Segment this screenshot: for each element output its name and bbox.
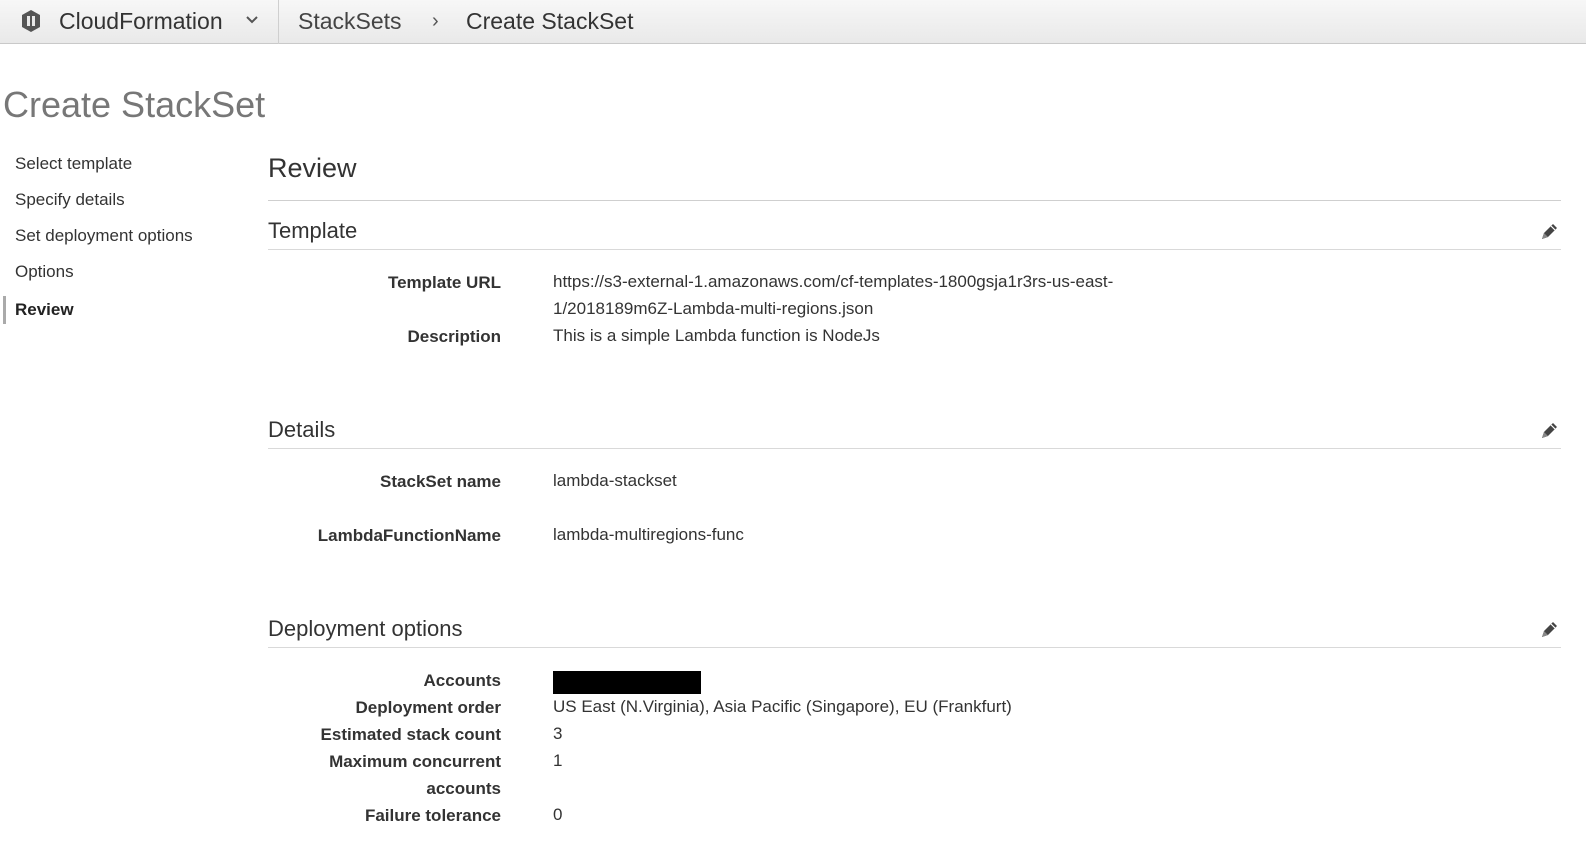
template-url-line2: 1/2018189m6Z-Lambda-multi-regions.json (553, 299, 874, 318)
template-section-divider (268, 249, 1561, 250)
breadcrumb-current: Create StackSet (466, 8, 634, 34)
edit-details-pencil-icon[interactable] (1538, 420, 1560, 442)
accounts-label: Accounts (423, 671, 501, 690)
lambda-function-name-value: lambda-multiregions-func (553, 525, 744, 544)
active-step-indicator (3, 296, 6, 324)
nav-divider (278, 0, 279, 44)
template-url-label: Template URL (387, 273, 501, 292)
step-review[interactable]: Review (15, 300, 74, 320)
stackset-name-value: lambda-stackset (553, 471, 677, 490)
lambda-function-name-label: LambdaFunctionName (317, 526, 501, 545)
top-nav-bar: CloudFormation StackSets › Create StackS… (0, 0, 1586, 44)
details-section-title: Details (268, 417, 336, 442)
breadcrumb-stacksets[interactable]: StackSets (298, 8, 402, 35)
template-section-title: Template (268, 218, 358, 243)
review-divider (268, 200, 1561, 201)
stackset-name-label: StackSet name (380, 472, 501, 491)
estimated-stack-count-value: 3 (553, 724, 563, 743)
deployment-section-title: Deployment options (268, 616, 463, 641)
step-options[interactable]: Options (15, 262, 74, 282)
breadcrumb-separator: › (432, 10, 439, 32)
description-label: Description (407, 327, 501, 346)
max-concurrent-value: 1 (553, 751, 563, 770)
chevron-down-icon[interactable] (244, 12, 260, 28)
failure-tolerance-value: 0 (553, 805, 563, 824)
failure-tolerance-label: Failure tolerance (364, 806, 501, 825)
edit-deployment-pencil-icon[interactable] (1538, 619, 1560, 641)
service-menu-label[interactable]: CloudFormation (59, 8, 223, 35)
description-value: This is a simple Lambda function is Node… (553, 326, 880, 345)
cloudformation-icon[interactable] (20, 9, 42, 33)
details-section-divider (268, 448, 1561, 449)
page-title: Create StackSet (3, 84, 266, 125)
estimated-stack-count-label: Estimated stack count (320, 725, 501, 744)
deployment-order-label: Deployment order (355, 698, 501, 717)
template-url-line1: https://s3-external-1.amazonaws.com/cf-t… (553, 272, 1114, 291)
max-concurrent-label-line2: accounts (426, 779, 501, 798)
review-heading: Review (268, 153, 357, 183)
step-specify-details[interactable]: Specify details (15, 190, 125, 210)
edit-template-pencil-icon[interactable] (1538, 221, 1560, 243)
step-set-deployment-options[interactable]: Set deployment options (15, 226, 193, 246)
max-concurrent-label-line1: Maximum concurrent (329, 752, 501, 771)
accounts-redacted-value (553, 671, 701, 694)
deployment-section-divider (268, 647, 1561, 648)
step-select-template[interactable]: Select template (15, 154, 132, 174)
deployment-order-value: US East (N.Virginia), Asia Pacific (Sing… (553, 697, 1012, 716)
